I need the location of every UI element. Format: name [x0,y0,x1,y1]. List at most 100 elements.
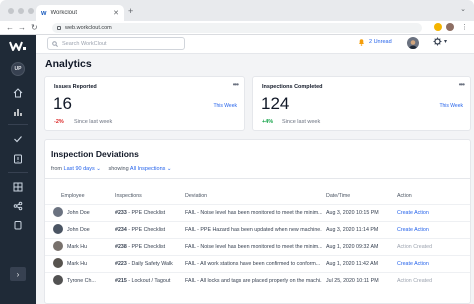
close-window-dot[interactable] [8,8,14,14]
workclout-logo-icon[interactable] [9,41,27,51]
expand-sidebar-chevron-right-icon[interactable]: › [10,267,26,281]
extension-icon[interactable] [434,23,442,31]
create-action-link[interactable]: Create Action [397,261,467,267]
employee-avatar [53,275,63,285]
inspection-deviations-panel: Inspection Deviations from Last 90 days … [44,139,471,304]
column-header-inspections: Inspections [115,193,142,199]
inspection-filter-value: All Inspections [129,166,166,172]
deviation-text: FAIL - PPE Hazard has been updated when … [185,227,322,233]
table-row[interactable]: John Doe #234 - PPE Checklist FAIL - PPE H… [45,221,470,238]
card-delta: +4% [262,119,274,125]
deviation-text: FAIL - All locks and tags are placed pro… [185,278,322,284]
inspection-number: #223 [115,261,127,267]
search-input[interactable]: Search WorkClout [47,37,185,50]
analytics-bar-chart-icon[interactable] [12,106,24,118]
sidebar: UP › [0,35,36,304]
period-selector[interactable]: This Week [439,103,463,109]
inspection-name: - Daily Safety Walk [128,261,173,267]
browser-profile-avatar[interactable] [446,23,454,31]
employee-name: Mark Hu [67,261,88,267]
filter-bar: from Last 90 days ⌄ showing All Inspecti… [51,166,351,172]
card-since: Since last week [74,119,113,125]
inspection-ref[interactable]: #238 - PPE Checklist [115,244,181,250]
grid-apps-icon[interactable] [12,181,24,193]
browser-menu-icon[interactable]: ⋮ [461,23,468,32]
date-range-dropdown[interactable]: Last 90 days ⌄ [64,166,101,172]
home-icon[interactable] [12,87,24,99]
deviation-text: FAIL - Noise level has been monitored to… [185,244,322,250]
table-row[interactable]: Mark Hu #238 - PPE Checklist FAIL - Noise … [45,238,470,255]
employee-avatar [53,207,63,217]
deviation-datetime: Aug 3, 2020 10:15 PM [326,210,379,216]
card-delta: -2% [54,119,64,125]
workflow-share-icon[interactable] [12,200,24,212]
url-field[interactable]: web.workclout.com [52,23,422,33]
action-created-status: Action Created [397,278,433,284]
back-arrow-icon[interactable]: ← [6,23,14,32]
tab-list-chevron-down-icon[interactable]: ⌄ [460,5,466,13]
card-label: Issues Reported [54,84,97,90]
deviation-datetime: Aug 1, 2020 09:32 AM [326,244,379,250]
panel-divider [45,178,470,179]
reload-icon[interactable]: ↻ [31,23,38,32]
column-header-action: Action [397,193,412,199]
create-action-link[interactable]: Create Action [397,210,467,216]
address-bar: ← → ↻ web.workclout.com ⋮ [0,21,474,35]
inspection-number: #215 [115,278,127,284]
panel-title: Inspection Deviations [51,149,139,159]
unread-count: 2 Unread [369,39,392,45]
clipboard-icon[interactable] [12,219,24,231]
card-since: Since last week [282,119,321,125]
notifications-button[interactable]: 2 Unread [358,38,392,46]
issues-reported-card: Issues Reported ••• 16 This Week -2% Sin… [44,76,245,131]
inspection-ref[interactable]: #234 - PPE Checklist [115,227,181,233]
employee-avatar [53,258,63,268]
table-row[interactable]: John Doe #233 - PPE Checklist FAIL - Noise… [45,204,470,221]
sidebar-divider [8,124,28,125]
more-options-icon[interactable]: ••• [233,80,239,89]
employee-avatar [53,224,63,234]
browser-tab[interactable]: w Workclout ✕ [36,5,124,21]
minimize-window-dot[interactable] [18,8,24,14]
inspection-filter-dropdown[interactable]: All Inspections ⌄ [130,166,172,172]
chevron-down-icon: ▾ [444,39,448,45]
top-bar: Search WorkClout 2 Unread ▾ [36,35,474,54]
checkmark-icon[interactable] [12,133,24,145]
action-created-status: Action Created [397,244,433,250]
column-header-deviation: Deviation [185,193,208,199]
employee-avatar [53,241,63,251]
table-row[interactable]: Tyrone Ch... #215 - Lockout / Tagout FAIL … [45,272,470,289]
main-content: Analytics Issues Reported ••• 16 This We… [36,54,474,304]
page-title: Analytics [45,58,92,70]
sidebar-avatar[interactable]: UP [11,62,25,76]
user-avatar[interactable] [407,37,419,49]
settings-menu[interactable]: ▾ [433,37,447,46]
deviation-text: FAIL - Noise level has been monitored to… [185,210,322,216]
inspection-ref[interactable]: #223 - Daily Safety Walk [115,261,181,267]
inspection-number: #234 [115,227,127,233]
workclout-favicon-icon: w [41,9,47,17]
deviation-datetime: Aug 3, 2020 11:14 PM [326,227,379,233]
issue-alert-icon[interactable] [12,153,24,165]
period-selector[interactable]: This Week [213,103,237,109]
create-action-link[interactable]: Create Action [397,227,467,233]
card-label: Inspections Completed [262,84,323,90]
inspection-ref[interactable]: #215 - Lockout / Tagout [115,278,181,284]
sidebar-divider [8,172,28,173]
search-icon [52,40,58,47]
close-tab-icon[interactable]: ✕ [113,9,119,17]
more-options-icon[interactable]: ••• [459,80,465,89]
employee-name: John Doe [67,227,90,233]
maximize-window-dot[interactable] [28,8,34,14]
card-value: 16 [53,94,72,113]
inspection-ref[interactable]: #233 - PPE Checklist [115,210,181,216]
table-row[interactable]: Mark Hu #223 - Daily Safety Walk FAIL - Al… [45,255,470,272]
inspection-name: - Lockout / Tagout [128,278,171,284]
chevron-down-icon: ⌄ [166,166,172,172]
new-tab-icon[interactable]: + [128,6,133,16]
forward-arrow-icon[interactable]: → [18,23,26,32]
card-value: 124 [261,94,290,113]
tab-title: Workclout [50,10,78,16]
inspection-number: #233 [115,210,127,216]
bell-icon [359,39,364,46]
